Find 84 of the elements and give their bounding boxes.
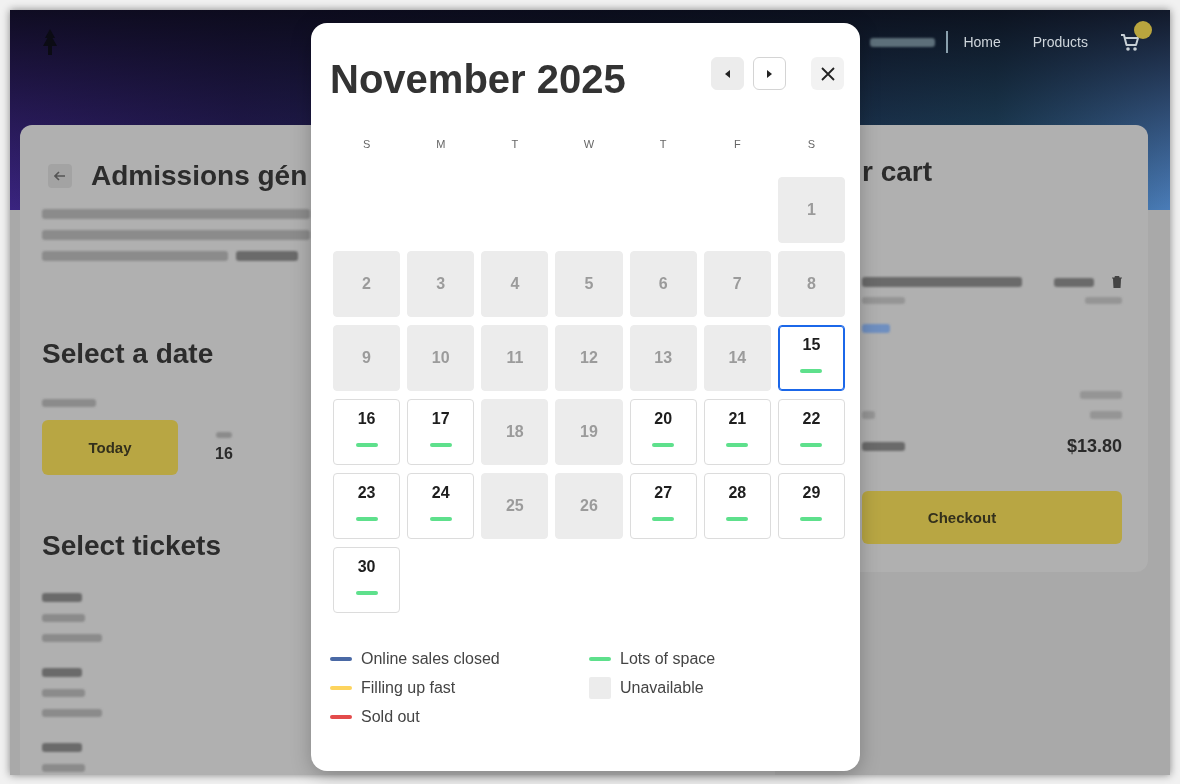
blurred-text	[42, 399, 96, 407]
today-button[interactable]: Today	[42, 420, 178, 475]
day-button[interactable]: 1	[777, 177, 845, 243]
day-button[interactable]: 24	[407, 473, 475, 539]
back-button[interactable]	[48, 164, 72, 188]
day-button[interactable]: 13	[629, 325, 697, 391]
nav-link[interactable]: Home	[963, 34, 1001, 50]
badge-dot-icon	[1134, 21, 1152, 39]
blurred-text	[215, 432, 232, 438]
legend-label: Sold out	[361, 708, 420, 726]
day-button[interactable]: 4	[481, 251, 549, 317]
month-title: November 2025	[330, 57, 627, 101]
weekday-label: F	[732, 137, 742, 152]
page-title: Admissions gén	[91, 161, 308, 191]
close-button[interactable]	[811, 57, 844, 90]
total-price: $13.80	[1066, 435, 1122, 457]
day-button[interactable]: 12	[555, 325, 623, 391]
day-button[interactable]: 20	[629, 399, 697, 465]
caret-left-icon	[725, 69, 730, 78]
blurred-text	[1090, 411, 1122, 419]
day-button[interactable]: 7	[703, 251, 771, 317]
day-button[interactable]: 10	[407, 325, 475, 391]
cart-icon[interactable]	[1120, 32, 1140, 52]
blurred-text	[42, 593, 82, 602]
next-month-button[interactable]	[753, 57, 786, 90]
weekday-label: W	[582, 137, 596, 152]
blurred-text	[42, 689, 85, 697]
blurred-text	[42, 743, 82, 752]
day-button[interactable]: 23	[333, 473, 401, 539]
day-button[interactable]: 9	[333, 325, 401, 391]
checkout-button[interactable]: Checkout	[862, 491, 1122, 544]
weekday-label: T	[658, 137, 668, 152]
close-icon	[820, 66, 835, 81]
blurred-link[interactable]	[236, 251, 298, 261]
blurred-link[interactable]	[862, 324, 890, 333]
day-button[interactable]: 17	[407, 399, 475, 465]
blurred-text	[42, 668, 82, 677]
blurred-text	[1080, 391, 1122, 399]
day-button[interactable]: 11	[481, 325, 549, 391]
weekday-label: M	[435, 137, 447, 152]
caret-right-icon	[767, 69, 772, 78]
back-arrow-icon	[54, 170, 66, 182]
day-button[interactable]: 26	[555, 473, 623, 539]
trash-icon[interactable]	[1112, 276, 1122, 288]
day-button[interactable]: 16	[333, 399, 401, 465]
day-button[interactable]: 28	[703, 473, 771, 539]
day-button[interactable]: 8	[777, 251, 845, 317]
blurred-text	[870, 37, 936, 47]
day-button[interactable]: 29	[777, 473, 845, 539]
legend-label: Unavailable	[620, 679, 704, 697]
day-button[interactable]: 30	[333, 547, 401, 613]
day-button[interactable]: 14	[703, 325, 771, 391]
legend-label: Filling up fast	[361, 679, 456, 697]
legend-label: Online sales closed	[361, 650, 500, 668]
day-button[interactable]: 6	[629, 251, 697, 317]
day-button[interactable]: 2	[333, 251, 401, 317]
day-button[interactable]: 3	[407, 251, 475, 317]
blurred-text	[42, 614, 85, 622]
blurred-text	[862, 411, 875, 419]
logo-icon[interactable]	[40, 29, 60, 55]
cart-heading: r cart	[862, 157, 933, 187]
day-button[interactable]: 19	[555, 399, 623, 465]
blurred-text	[862, 297, 905, 304]
blurred-text	[862, 441, 905, 451]
day-button[interactable]: 18	[481, 399, 549, 465]
day-button[interactable]: 5	[555, 251, 623, 317]
weekday-label: T	[510, 137, 520, 152]
day-button[interactable]: 25	[481, 473, 549, 539]
day-button[interactable]: 22	[777, 399, 845, 465]
blurred-text[interactable]	[42, 709, 102, 717]
section-heading: Select a date	[42, 339, 214, 369]
legend-label: Lots of space	[620, 650, 716, 668]
section-heading: Select tickets	[42, 531, 221, 561]
day-button[interactable]: 27	[629, 473, 697, 539]
nav-link[interactable]: Products	[1032, 34, 1088, 50]
weekday-label: S	[806, 137, 817, 152]
weekday-label: S	[361, 137, 372, 152]
date-option-button[interactable]: 16	[215, 432, 233, 463]
blurred-text[interactable]	[42, 634, 102, 642]
blurred-text	[1054, 277, 1094, 287]
day-button[interactable]: 15	[777, 325, 845, 391]
blurred-text	[1085, 297, 1122, 304]
blurred-text	[42, 764, 85, 772]
day-button[interactable]: 21	[703, 399, 771, 465]
